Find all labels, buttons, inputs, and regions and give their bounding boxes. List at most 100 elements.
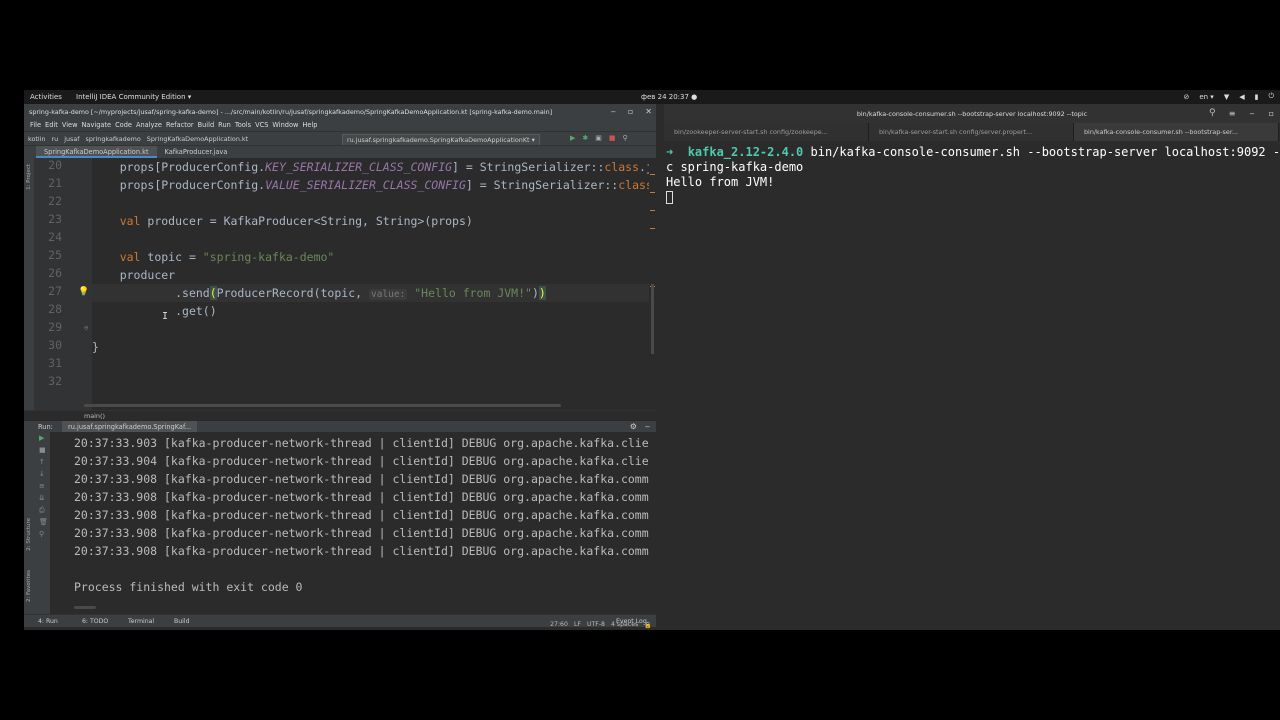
console-line: 20:37:33.908 [kafka-producer-network-thr…	[74, 526, 649, 540]
line-number: 25	[48, 248, 62, 262]
menu-help[interactable]: Help	[300, 119, 319, 131]
print-icon[interactable]: ⎙	[39, 506, 45, 515]
exit-message: Process finished with exit code 0	[74, 580, 303, 594]
maximize-icon[interactable]: ▫	[628, 107, 633, 116]
menu-navigate[interactable]: Navigate	[79, 119, 113, 131]
fold-icon[interactable]: ⊖	[84, 324, 88, 332]
nav-item-ru[interactable]: ru	[52, 135, 59, 143]
terminal-tab-zookeeper[interactable]: bin/zookeeper-server-start.sh config/zoo…	[664, 123, 869, 141]
build-tool-tab[interactable]: Build	[174, 618, 190, 625]
close-icon[interactable]: ✕	[645, 107, 652, 116]
menu-code[interactable]: Code	[113, 119, 134, 131]
lock-icon[interactable]: 🔒	[644, 621, 652, 629]
hide-icon[interactable]: ‒	[645, 422, 650, 431]
command-wrap: c spring-kafka-demo	[666, 160, 804, 174]
battery-icon[interactable]: ▮	[1255, 93, 1259, 101]
run-icon[interactable]: ▶	[570, 134, 575, 142]
nav-item-kotlin[interactable]: kotlin	[28, 135, 46, 143]
menu-icon[interactable]: ≡	[1229, 109, 1236, 118]
left-tool-strip: 1: Project 2: Structure 2: Favorites	[24, 158, 34, 626]
code-line-21: props[ProducerConfig.VALUE_SERIALIZER_CL…	[119, 178, 652, 192]
code-line-26: producer	[119, 268, 176, 282]
menu-tools[interactable]: Tools	[233, 119, 253, 131]
code-editor[interactable]: props[ProducerConfig.KEY_SERIALIZER_CLAS…	[92, 158, 652, 410]
trash-icon[interactable]: 🗑	[39, 518, 48, 526]
code-line-28: .get()	[119, 304, 217, 318]
clock[interactable]: фев 24 20:37 ●	[641, 93, 697, 101]
terminal-output[interactable]: ➜ kafka_2.12-2.4.0 bin/kafka-console-con…	[664, 141, 1280, 630]
search-icon[interactable]: ⚲	[623, 134, 628, 142]
search-icon[interactable]: ⚲	[1209, 108, 1216, 118]
code-line-25: val topic = "spring-kafka-demo"	[119, 250, 335, 264]
volume-icon[interactable]: ◀	[1239, 93, 1244, 101]
caret-position[interactable]: 27:60	[550, 621, 568, 629]
terminal-tab-kafka-server[interactable]: bin/kafka-server-start.sh config/server.…	[869, 123, 1074, 141]
consumer-output: Hello from JVM!	[666, 175, 775, 189]
nav-item-jusaf[interactable]: jusaf	[64, 135, 79, 143]
ide-menu-bar: File Edit View Navigate Code Analyze Ref…	[24, 119, 656, 131]
stop-run-icon[interactable]: ■	[39, 446, 46, 454]
line-number: 28	[48, 302, 62, 316]
menu-analyze[interactable]: Analyze	[134, 119, 164, 131]
coverage-icon[interactable]: ▣	[595, 134, 602, 142]
up-icon[interactable]: ↑	[39, 458, 45, 466]
menu-edit[interactable]: Edit	[43, 119, 60, 131]
structure-tool-tab[interactable]: 2: Structure	[26, 518, 32, 551]
ide-title: spring-kafka-demo [~/myprojects/jusaf/sp…	[29, 108, 553, 116]
terminal-title-bar: bin/kafka-console-consumer.sh --bootstra…	[664, 104, 1280, 123]
line-number: 21	[48, 176, 62, 190]
menu-view[interactable]: View	[60, 119, 80, 131]
nav-item-file[interactable]: SpringKafkaDemoApplication.kt	[147, 135, 248, 143]
menu-file[interactable]: File	[28, 119, 43, 131]
code-line-20: props[ProducerConfig.KEY_SERIALIZER_CLAS…	[119, 160, 652, 174]
tab-kafkaproducer[interactable]: KafkaProducer.java	[157, 146, 236, 158]
no-entry-icon[interactable]: ⊘	[1183, 93, 1189, 101]
menu-vcs[interactable]: VCS	[253, 119, 270, 131]
menu-build[interactable]: Build	[196, 119, 217, 131]
todo-tool-tab[interactable]: 6: TODO	[82, 618, 108, 625]
rerun-icon[interactable]: ▶	[39, 434, 44, 442]
pin-icon[interactable]: ⚲	[39, 530, 44, 538]
stop-icon[interactable]: ■	[609, 134, 616, 142]
app-menu[interactable]: IntelliJ IDEA Community Edition ▾	[76, 93, 191, 101]
language-selector[interactable]: en ▾	[1199, 93, 1213, 101]
activities-button[interactable]: Activities	[30, 93, 62, 101]
terminal-tab-consumer[interactable]: bin/kafka-console-consumer.sh --bootstra…	[1074, 123, 1279, 141]
gear-icon[interactable]: ⚙	[630, 422, 637, 431]
scroll-end-icon[interactable]: ⇊	[39, 494, 45, 502]
console-line: 20:37:33.908 [kafka-producer-network-thr…	[74, 508, 649, 522]
debug-icon[interactable]: ✱	[582, 134, 588, 142]
line-number: 24	[48, 230, 62, 244]
console-line: 20:37:33.908 [kafka-producer-network-thr…	[74, 472, 649, 486]
favorites-tool-tab[interactable]: 2: Favorites	[26, 570, 32, 602]
tab-springkafkademoapplication[interactable]: SpringKafkaDemoApplication.kt	[36, 146, 157, 158]
line-separator[interactable]: LF	[574, 621, 581, 629]
run-tool-tab[interactable]: 4: Run	[38, 618, 58, 625]
power-icon[interactable]: ⏻	[1268, 92, 1274, 101]
console-line: 20:37:33.908 [kafka-producer-network-thr…	[74, 490, 649, 504]
code-line-30: }	[92, 340, 99, 354]
menu-run[interactable]: Run	[216, 119, 233, 131]
menu-refactor[interactable]: Refactor	[164, 119, 196, 131]
indent-setting[interactable]: 4 spaces	[611, 621, 638, 629]
menu-window[interactable]: Window	[270, 119, 300, 131]
minimize-icon[interactable]: ‒	[611, 107, 616, 116]
network-icon[interactable]: ▼	[1224, 93, 1229, 101]
terminal-window: bin/kafka-console-consumer.sh --bootstra…	[664, 104, 1280, 630]
editor-horizontal-scrollbar[interactable]	[84, 404, 561, 407]
nav-item-package[interactable]: springkafkademo	[86, 135, 141, 143]
console-scrollbar[interactable]	[74, 606, 96, 609]
project-tool-tab[interactable]: 1: Project	[26, 164, 32, 190]
down-icon[interactable]: ↓	[39, 470, 45, 478]
lightbulb-icon[interactable]: 💡	[78, 287, 89, 297]
maximize-icon[interactable]: ▫	[1269, 109, 1274, 118]
terminal-tool-tab[interactable]: Terminal	[128, 618, 154, 625]
editor-scrollbar[interactable]	[649, 158, 656, 410]
file-encoding[interactable]: UTF-8	[587, 621, 605, 629]
command-line: ➜ kafka_2.12-2.4.0 bin/kafka-console-con…	[666, 145, 1280, 159]
minimize-icon[interactable]: ‒	[1249, 109, 1254, 118]
wrap-icon[interactable]: ≡	[39, 482, 45, 490]
intellij-window: spring-kafka-demo [~/myprojects/jusaf/sp…	[24, 104, 656, 630]
run-console[interactable]: 20:37:33.903 [kafka-producer-network-thr…	[50, 432, 656, 612]
breadcrumb[interactable]: main()	[24, 410, 656, 420]
